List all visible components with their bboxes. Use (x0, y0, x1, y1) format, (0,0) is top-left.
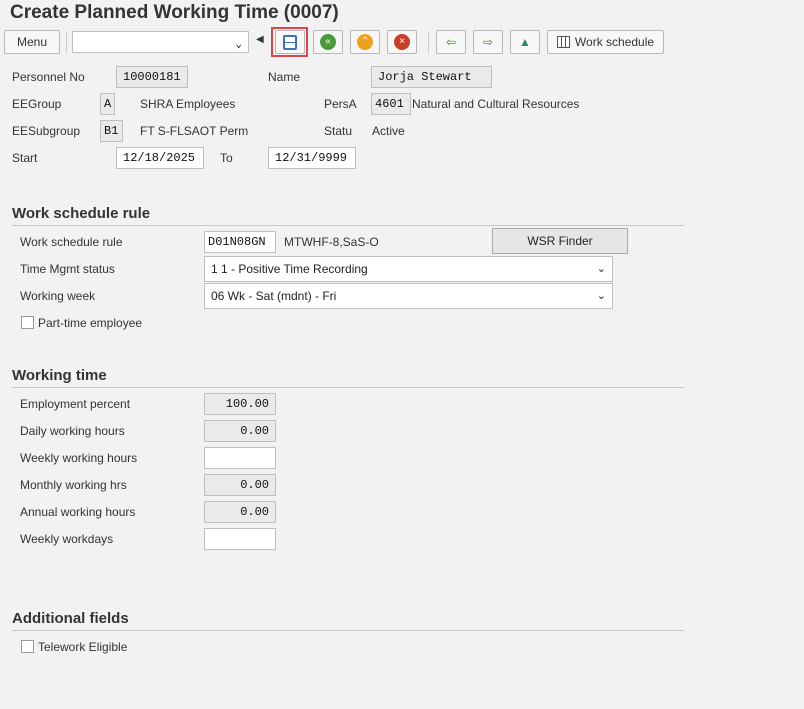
working-time-field: 0.00 (204, 474, 276, 496)
working-time-field: 0.00 (204, 420, 276, 442)
exit-button[interactable]: ⌃ (350, 30, 380, 54)
cancel-icon: × (394, 34, 410, 50)
working-time-field[interactable] (204, 528, 276, 550)
working-time-field: 100.00 (204, 393, 276, 415)
chevron-down-icon: ⌄ (596, 263, 606, 275)
eesubgroup-field: B1 (100, 120, 123, 142)
telework-checkbox[interactable] (21, 640, 34, 653)
status-value: Active (372, 124, 405, 138)
calendar-icon (556, 36, 570, 48)
persa-field: 4601 (371, 93, 411, 115)
start-date-input[interactable]: 12/18/2025 (116, 147, 204, 169)
start-label: Start (12, 151, 38, 165)
name-field: Jorja Stewart (371, 66, 492, 88)
page-title: Create Planned Working Time (0007) (10, 2, 339, 23)
separator (66, 31, 67, 53)
previous-page-icon: ⇦ (445, 35, 457, 49)
personnel-no-field: 10000181 (116, 66, 188, 88)
name-label: Name (268, 70, 301, 84)
working-week-select[interactable]: 06 Wk - Sat (mdnt) - Fri ⌄ (204, 283, 613, 309)
working-time-section-title: Working time (12, 367, 107, 384)
to-label: To (220, 151, 233, 165)
eesubgroup-label: EESubgroup (12, 124, 81, 138)
end-date-input[interactable]: 12/31/9999 (268, 147, 356, 169)
exit-icon: ⌃ (357, 34, 373, 50)
working-time-field[interactable] (204, 447, 276, 469)
back-icon: « (320, 34, 336, 50)
save-button[interactable] (275, 30, 305, 54)
overview-button[interactable]: ▲ (510, 30, 540, 54)
mountain-icon: ▲ (519, 35, 531, 49)
working-time-label: Annual working hours (20, 505, 136, 519)
previous-record-button[interactable]: ⇦ (436, 30, 466, 54)
eegroup-field: A (100, 93, 115, 115)
part-time-checkbox[interactable] (21, 316, 34, 329)
chevron-down-icon: ⌄ (596, 290, 606, 302)
wsr-label: Work schedule rule (20, 235, 123, 249)
working-time-field: 0.00 (204, 501, 276, 523)
command-field[interactable]: ⌄ (72, 31, 249, 53)
working-time-label: Employment percent (20, 397, 131, 411)
divider (12, 630, 685, 631)
cancel-button[interactable]: × (387, 30, 417, 54)
divider (12, 387, 685, 388)
persa-label: PersA (324, 97, 357, 111)
eesubgroup-text: FT S-FLSAOT Perm (140, 124, 249, 138)
work-schedule-button[interactable]: Work schedule (547, 30, 664, 54)
next-record-button[interactable]: ⇨ (473, 30, 503, 54)
working-week-label: Working week (20, 289, 96, 303)
telework-label: Telework Eligible (38, 640, 128, 654)
tm-status-label: Time Mgmt status (20, 262, 115, 276)
menu-label: Menu (16, 35, 48, 49)
wsr-finder-button[interactable]: WSR Finder (492, 228, 628, 254)
wsr-input[interactable]: D01N08GN (204, 231, 276, 253)
part-time-label: Part-time employee (38, 316, 143, 330)
working-time-label: Monthly working hrs (20, 478, 127, 492)
status-label: Statu (324, 124, 353, 138)
divider (12, 225, 685, 226)
working-time-label: Weekly workdays (20, 532, 114, 546)
wsr-section-title: Work schedule rule (12, 205, 151, 222)
work-schedule-label: Work schedule (574, 35, 655, 49)
working-time-label: Weekly working hours (20, 451, 138, 465)
chevron-down-icon: ⌄ (235, 39, 242, 51)
tm-status-select[interactable]: 1 1 - Positive Time Recording ⌄ (204, 256, 613, 282)
collapse-arrow-icon[interactable]: ◀ (256, 34, 264, 45)
wsr-text: MTWHF-8,SaS-O (284, 235, 379, 249)
personnel-no-label: Personnel No (12, 70, 85, 84)
working-week-value: 06 Wk - Sat (mdnt) - Fri (211, 289, 337, 303)
next-page-icon: ⇨ (482, 35, 494, 49)
additional-section-title: Additional fields (12, 610, 129, 627)
separator (428, 31, 429, 53)
working-time-label: Daily working hours (20, 424, 125, 438)
eegroup-label: EEGroup (12, 97, 62, 111)
eegroup-text: SHRA Employees (140, 97, 236, 111)
save-icon (283, 34, 297, 50)
tm-status-value: 1 1 - Positive Time Recording (211, 262, 368, 276)
persa-text: Natural and Cultural Resources (412, 97, 580, 111)
back-button[interactable]: « (313, 30, 343, 54)
menu-button[interactable]: Menu (4, 30, 60, 54)
